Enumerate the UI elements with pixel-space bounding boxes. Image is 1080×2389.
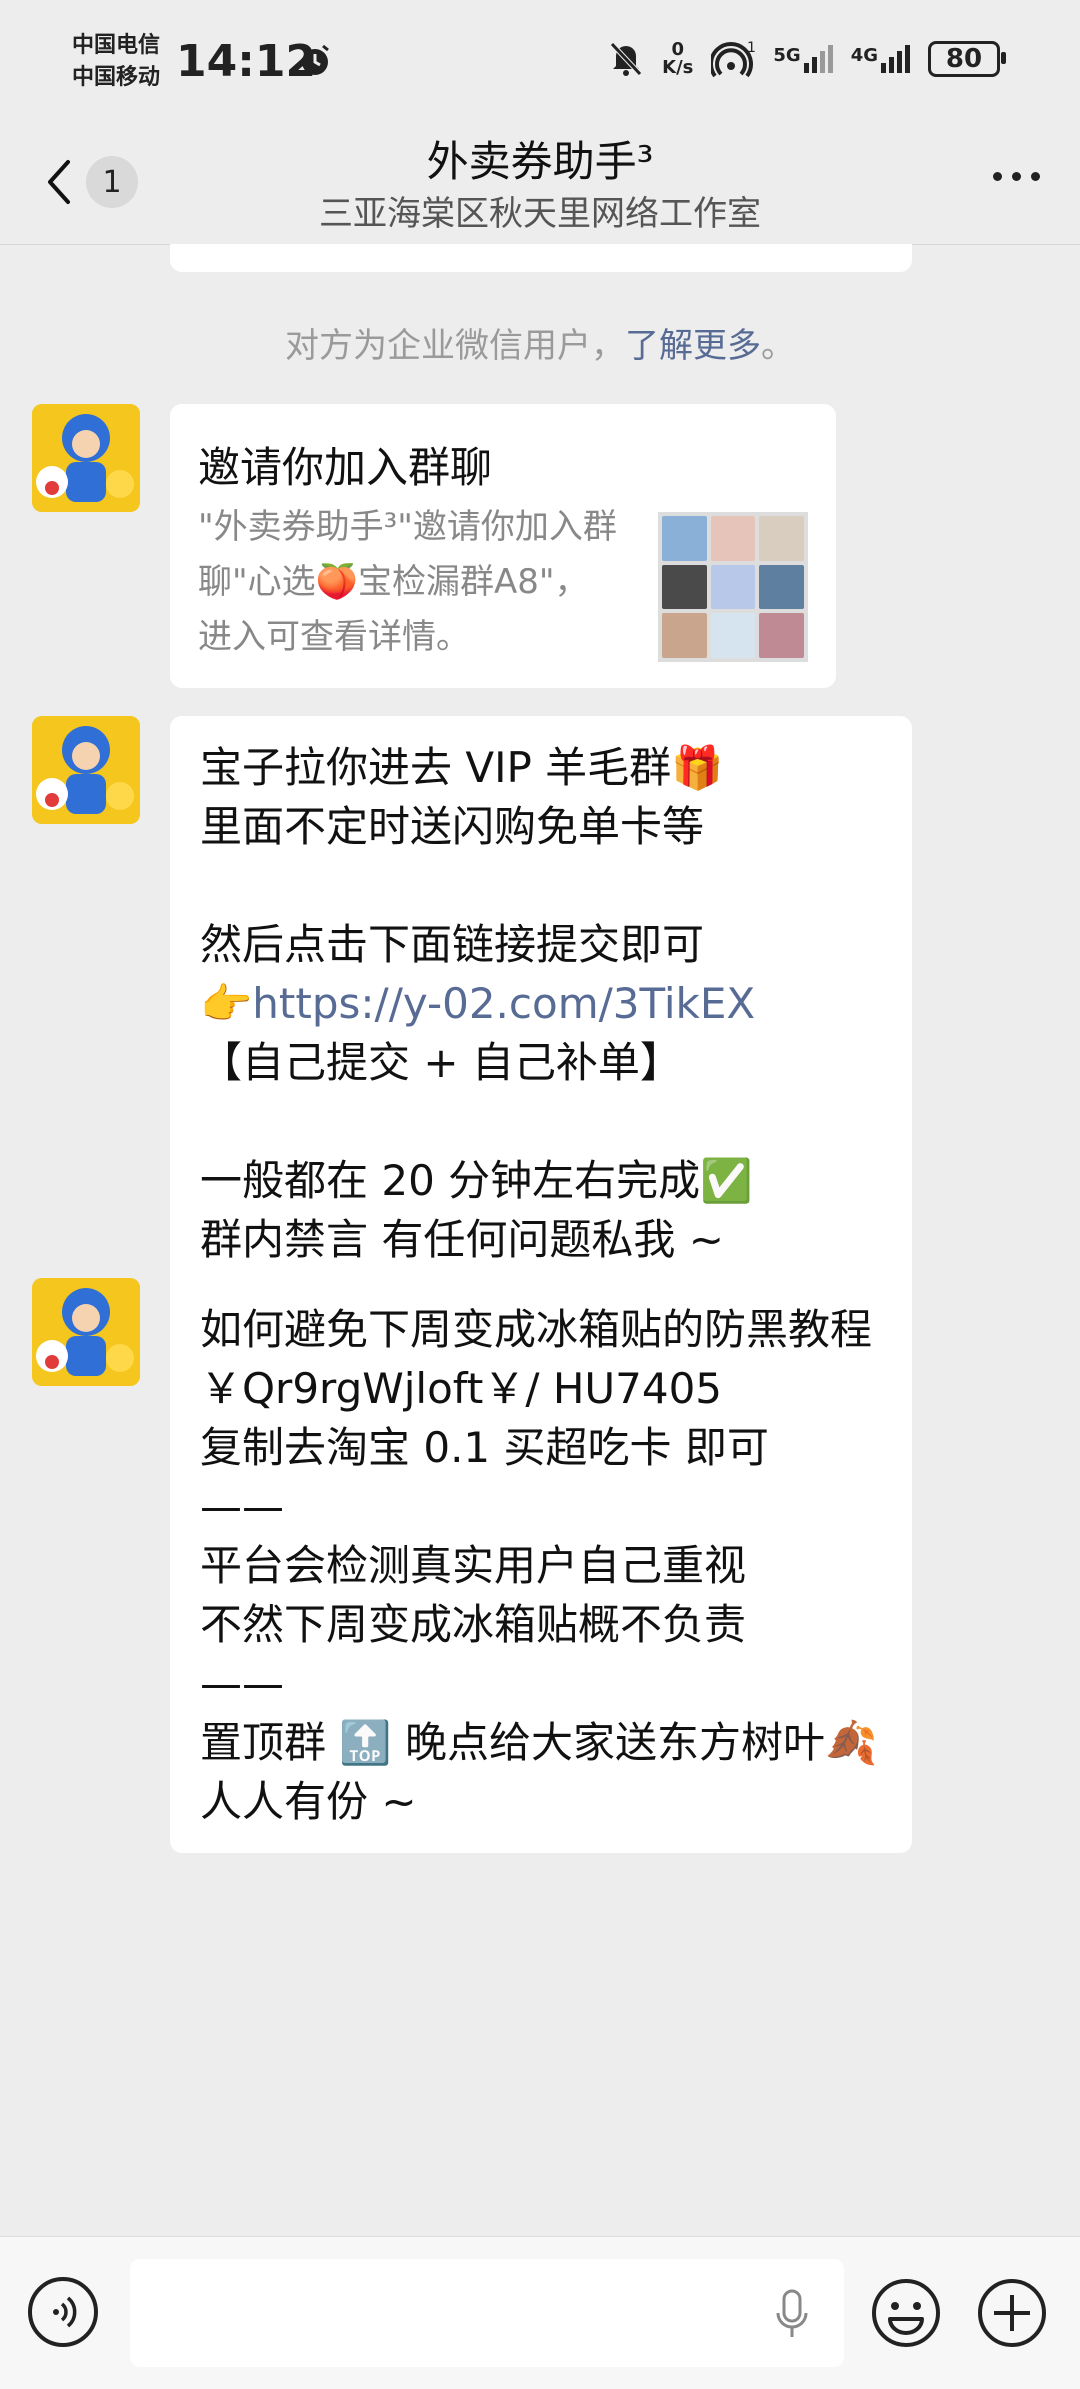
chat-subtitle: 三亚海棠区秋天里网络工作室 bbox=[319, 194, 761, 234]
clock: 14:12 bbox=[176, 36, 317, 87]
card-title: 邀请你加入群聊 bbox=[198, 443, 493, 492]
battery-indicator: 80 bbox=[928, 41, 1006, 77]
status-bar: 中国电信 中国移动 14:12 0 K/s 1 5G 4G 80 bbox=[0, 0, 1080, 120]
status-icons: 0 K/s 1 5G 4G 80 bbox=[608, 39, 1006, 78]
group-invite-card[interactable]: 邀请你加入群聊 "外卖券助手³"邀请你加入群聊"心选🍑宝检漏群A8"，进入可查看… bbox=[170, 404, 836, 688]
group-avatar-grid bbox=[658, 512, 808, 662]
message-bubble[interactable]: 如何避免下周变成冰箱贴的防黑教程 ￥Qr9rgWjloft￥/ HU7405 复… bbox=[170, 1278, 912, 1853]
avatar-image bbox=[32, 716, 140, 824]
carrier-info: 中国电信 中国移动 bbox=[72, 30, 160, 94]
avatar-image bbox=[32, 404, 140, 512]
voice-icon[interactable] bbox=[28, 2277, 98, 2347]
system-note: 对方为企业微信用户，了解更多。 bbox=[285, 326, 795, 366]
chat-title: 外卖券助手³ bbox=[426, 137, 654, 186]
card-description: "外卖券助手³"邀请你加入群聊"心选🍑宝检漏群A8"，进入可查看详情。 bbox=[198, 507, 617, 657]
message-link[interactable]: https://y-02.com/3TikEX bbox=[252, 979, 755, 1028]
net-speed: 0 K/s bbox=[662, 39, 694, 78]
chat-history[interactable]: 对方为企业微信用户，了解更多。 邀请你加入群聊 "外卖券助手³"邀请你加入群聊"… bbox=[0, 244, 1080, 2236]
carrier-1: 中国电信 bbox=[72, 33, 161, 58]
chat-header: 1 外卖券助手³ 三亚海棠区秋天里网络工作室 bbox=[0, 120, 1080, 245]
signal-4g: 4G bbox=[851, 45, 910, 73]
plus-icon[interactable] bbox=[976, 2277, 1048, 2349]
more-options-icon[interactable] bbox=[993, 172, 1040, 181]
emoji-icon[interactable] bbox=[870, 2277, 942, 2349]
input-bar bbox=[0, 2236, 1080, 2389]
message-text: 如何避免下周变成冰箱贴的防黑教程 ￥Qr9rgWjloft￥/ HU7405 复… bbox=[200, 1305, 878, 1826]
signal-5g: 5G bbox=[773, 45, 833, 73]
svg-text:1: 1 bbox=[747, 40, 755, 56]
mute-bell-icon bbox=[610, 42, 642, 76]
hotspot-icon: 1 bbox=[711, 40, 755, 78]
carrier-2: 中国移动 bbox=[72, 65, 161, 90]
microphone-icon[interactable] bbox=[772, 2287, 812, 2343]
previous-message-bubble bbox=[170, 244, 912, 272]
avatar[interactable] bbox=[32, 716, 140, 824]
avatar-image bbox=[32, 1278, 140, 1386]
avatar[interactable] bbox=[32, 1278, 140, 1386]
avatar[interactable] bbox=[32, 404, 140, 512]
alarm-icon bbox=[301, 44, 329, 75]
message-input[interactable] bbox=[130, 2259, 844, 2367]
learn-more-link[interactable]: 了解更多 bbox=[625, 326, 761, 366]
